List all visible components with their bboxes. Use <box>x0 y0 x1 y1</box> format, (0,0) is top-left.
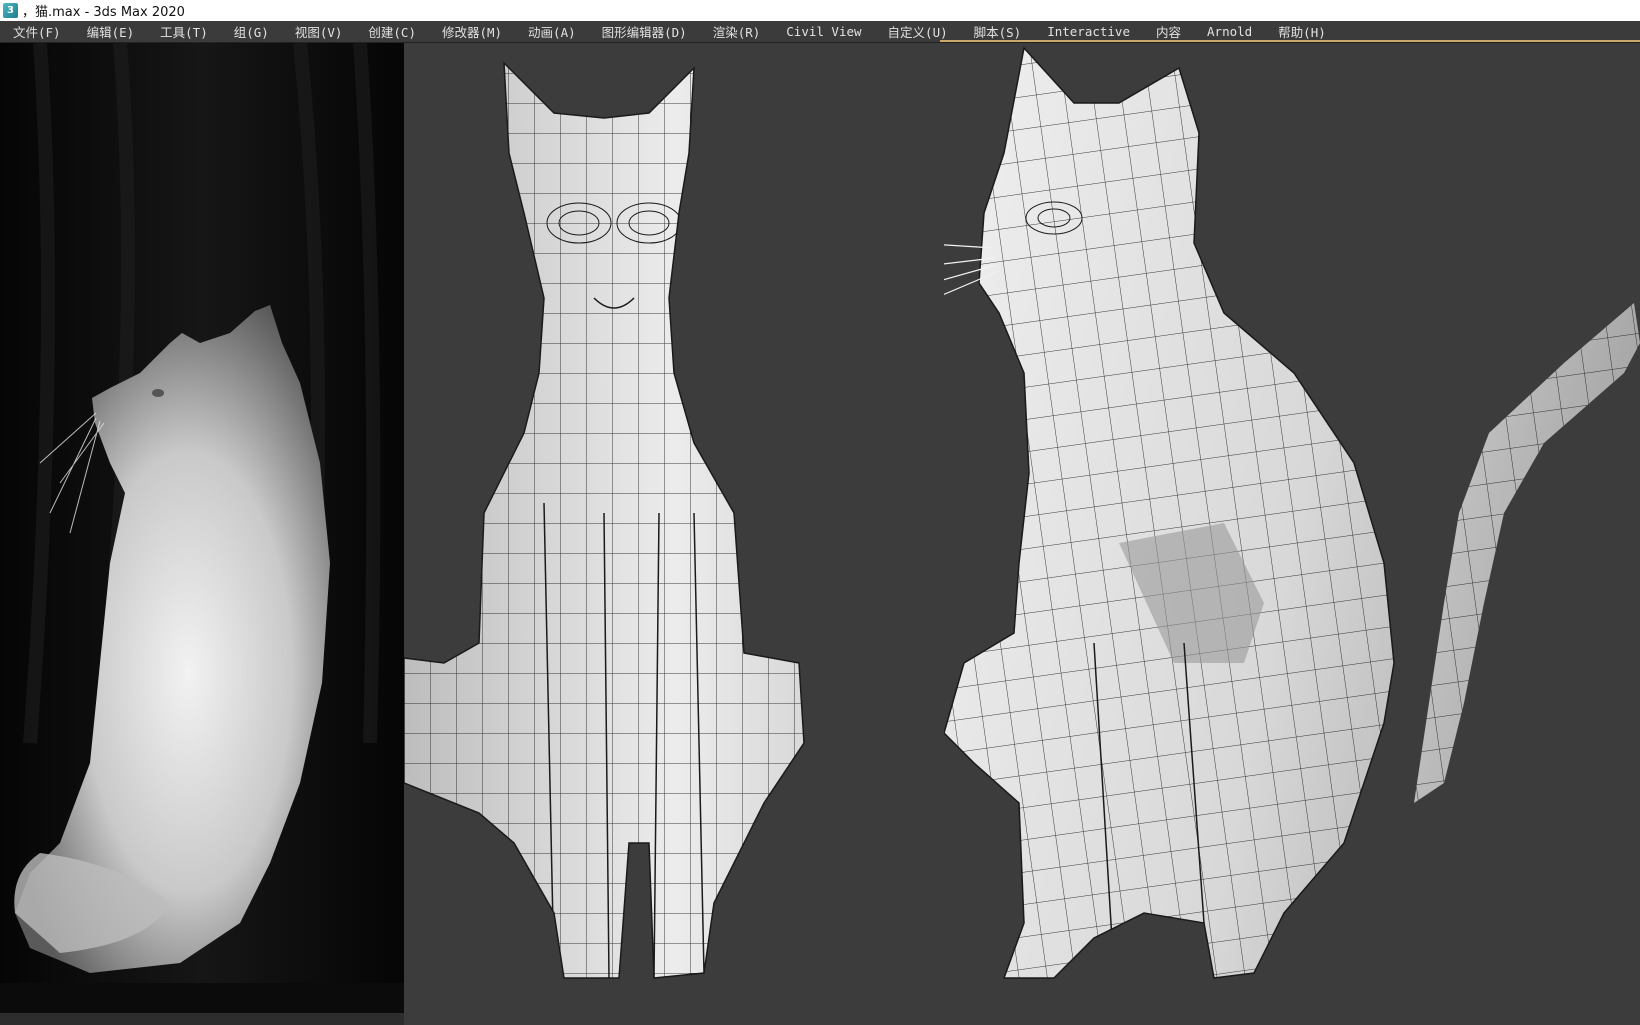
menu-group[interactable]: 组(G) <box>221 22 282 41</box>
menu-file[interactable]: 文件(F) <box>0 22 74 41</box>
menu-accent-line <box>940 40 1640 42</box>
menu-help[interactable]: 帮助(H) <box>1265 22 1339 41</box>
title-bar: 3 ，猫.max - 3ds Max 2020 <box>0 0 1640 21</box>
viewport-perspective[interactable] <box>944 43 1640 1025</box>
menu-modifiers[interactable]: 修改器(M) <box>429 22 515 41</box>
photo-bottom-strip <box>0 1013 404 1025</box>
menu-graph-editors[interactable]: 图形编辑器(D) <box>589 22 700 41</box>
menu-civil-view[interactable]: Civil View <box>773 24 874 39</box>
window-title: ，猫.max - 3ds Max 2020 <box>22 5 185 20</box>
menu-content[interactable]: 内容 <box>1143 22 1194 41</box>
3ds-max-icon[interactable]: 3 <box>3 3 18 18</box>
reference-photo-image <box>0 43 404 1013</box>
menu-bar: 文件(F) 编辑(E) 工具(T) 组(G) 视图(V) 创建(C) 修改器(M… <box>0 21 1640 43</box>
reference-photo-cat <box>0 43 404 1013</box>
menu-arnold[interactable]: Arnold <box>1194 24 1265 39</box>
menu-tools[interactable]: 工具(T) <box>147 22 221 41</box>
menu-rendering[interactable]: 渲染(R) <box>700 22 774 41</box>
viewport-front[interactable] <box>404 43 944 1025</box>
cat-mesh-perspective <box>944 46 1640 979</box>
menu-scripting[interactable]: 脚本(S) <box>961 22 1035 41</box>
menu-create[interactable]: 创建(C) <box>355 22 429 41</box>
menu-edit[interactable]: 编辑(E) <box>74 22 148 41</box>
menu-animation[interactable]: 动画(A) <box>515 22 589 41</box>
menu-views[interactable]: 视图(V) <box>282 22 356 41</box>
cat-mesh-front <box>404 61 805 979</box>
menu-interactive[interactable]: Interactive <box>1034 24 1143 39</box>
menu-customize[interactable]: 自定义(U) <box>875 22 961 41</box>
